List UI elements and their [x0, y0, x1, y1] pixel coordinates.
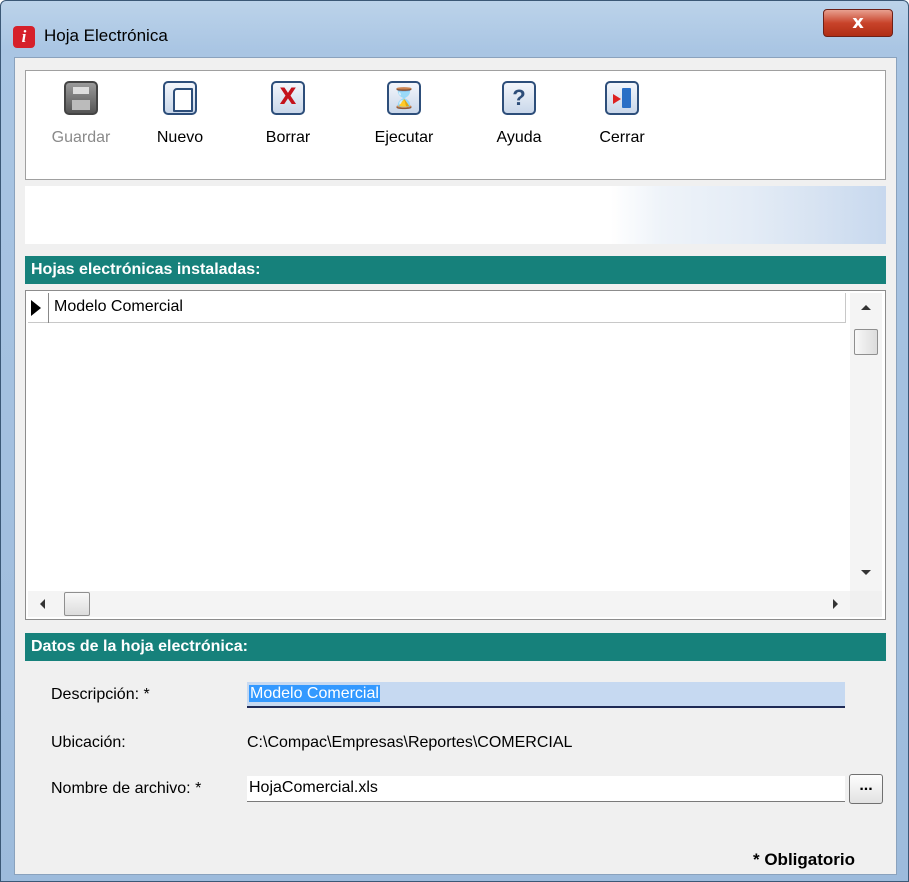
new-document-icon: [163, 81, 197, 115]
window-frame: i Hoja Electrónica x Guardar Nuevo X Bor…: [0, 0, 909, 882]
horizontal-scrollbar[interactable]: [28, 591, 850, 617]
exit-door-icon: [605, 81, 639, 115]
scrollbar-corner: [850, 591, 882, 617]
scroll-left-arrow-icon[interactable]: [40, 599, 45, 609]
scroll-down-arrow-icon[interactable]: [861, 570, 871, 575]
ejecutar-label: Ejecutar: [374, 129, 434, 146]
browse-button[interactable]: ...: [849, 774, 883, 804]
table-row[interactable]: Modelo Comercial: [28, 293, 846, 323]
window-title: Hoja Electrónica: [44, 26, 168, 45]
guardar-button[interactable]: Guardar: [46, 81, 116, 147]
vertical-scrollbar[interactable]: [850, 293, 882, 593]
borrar-label: Borrar: [265, 129, 311, 146]
ubicacion-label: Ubicación:: [51, 734, 126, 751]
app-logo-icon: i: [13, 26, 35, 48]
save-icon: [64, 81, 98, 115]
delete-icon: X: [271, 81, 305, 115]
window-client-area: Guardar Nuevo X Borrar ⌛ Ejecutar ? Ayud…: [14, 57, 897, 875]
borrar-button[interactable]: X Borrar: [258, 81, 318, 147]
archivo-value: HojaComercial.xls: [249, 779, 378, 796]
guardar-label: Guardar: [51, 129, 111, 146]
row-description-cell: Modelo Comercial: [54, 298, 183, 315]
hourglass-icon: ⌛: [387, 81, 421, 115]
close-window-button[interactable]: x: [823, 9, 893, 37]
vertical-scroll-thumb[interactable]: [854, 329, 878, 355]
title-bar[interactable]: i Hoja Electrónica x: [1, 1, 908, 57]
toolbar: Guardar Nuevo X Borrar ⌛ Ejecutar ? Ayud…: [25, 70, 886, 180]
scroll-right-arrow-icon[interactable]: [833, 599, 838, 609]
ayuda-button[interactable]: ? Ayuda: [486, 81, 552, 147]
ubicacion-value: C:\Compac\Empresas\Reportes\COMERCIAL: [247, 734, 573, 751]
required-note: * Obligatorio: [753, 850, 855, 869]
current-row-indicator-icon: [31, 300, 41, 316]
cerrar-label: Cerrar: [599, 129, 645, 146]
sheet-details-header: Datos de la hoja electrónica:: [25, 633, 886, 661]
ayuda-label: Ayuda: [496, 129, 542, 146]
header-banner: [25, 186, 886, 244]
nuevo-button[interactable]: Nuevo: [148, 81, 212, 147]
ejecutar-button[interactable]: ⌛ Ejecutar: [366, 81, 442, 147]
descripcion-value: Modelo Comercial: [249, 685, 380, 702]
nuevo-label: Nuevo: [156, 129, 204, 146]
descripcion-label: Descripción: *: [51, 686, 150, 703]
horizontal-scroll-thumb[interactable]: [64, 592, 90, 616]
installed-sheets-grid[interactable]: Modelo Comercial: [25, 290, 886, 620]
archivo-label: Nombre de archivo: *: [51, 780, 202, 797]
help-icon: ?: [502, 81, 536, 115]
descripcion-input[interactable]: Modelo Comercial: [247, 682, 845, 708]
cerrar-button[interactable]: Cerrar: [592, 81, 652, 147]
scroll-up-arrow-icon[interactable]: [861, 305, 871, 310]
installed-sheets-header: Hojas electrónicas instaladas:: [25, 256, 886, 284]
archivo-input[interactable]: HojaComercial.xls: [247, 776, 845, 802]
